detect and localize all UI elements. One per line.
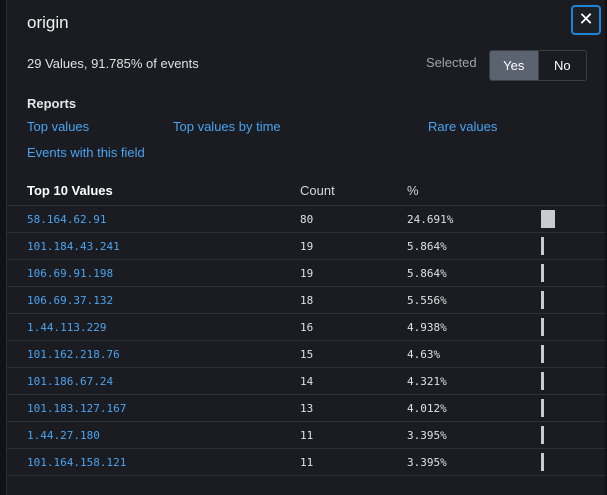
value-link[interactable]: 101.164.158.121 bbox=[27, 456, 126, 469]
reports-heading: Reports bbox=[27, 96, 77, 111]
selected-no-button[interactable]: No bbox=[538, 51, 586, 80]
percent-cell: 3.395% bbox=[407, 429, 447, 442]
report-link-rare-values[interactable]: Rare values bbox=[428, 119, 497, 134]
value-link[interactable]: 1.44.27.180 bbox=[27, 429, 100, 442]
percent-cell: 4.63% bbox=[407, 348, 441, 361]
count-cell: 18 bbox=[300, 294, 314, 307]
value-link[interactable]: 106.69.91.198 bbox=[27, 267, 113, 280]
selected-toggle: Yes No bbox=[489, 50, 587, 81]
table-row: 101.183.127.167 13 4.012% bbox=[7, 394, 606, 421]
table-row: 58.164.62.91 80 24.691% bbox=[7, 205, 606, 232]
percent-bar bbox=[541, 237, 544, 255]
percent-cell: 5.556% bbox=[407, 294, 447, 307]
count-cell: 80 bbox=[300, 213, 314, 226]
table-row: 1.44.113.229 16 4.938% bbox=[7, 313, 606, 340]
table-row: 106.69.37.132 18 5.556% bbox=[7, 286, 606, 313]
report-link-events-with-field[interactable]: Events with this field bbox=[27, 145, 145, 160]
count-cell: 19 bbox=[300, 240, 314, 253]
values-summary: 29 Values, 91.785% of events bbox=[27, 56, 199, 71]
percent-cell: 4.012% bbox=[407, 402, 447, 415]
percent-bar bbox=[541, 426, 544, 444]
table-row: 106.69.91.198 19 5.864% bbox=[7, 259, 606, 286]
percent-bar bbox=[541, 345, 544, 363]
column-header-value: Top 10 Values bbox=[27, 183, 113, 198]
percent-bar bbox=[541, 453, 544, 471]
percent-cell: 5.864% bbox=[407, 267, 447, 280]
percent-bar bbox=[541, 318, 544, 336]
percent-bar bbox=[541, 372, 544, 390]
table-row: 101.162.218.76 15 4.63% bbox=[7, 340, 606, 367]
column-header-count: Count bbox=[300, 183, 335, 198]
value-link[interactable]: 106.69.37.132 bbox=[27, 294, 113, 307]
report-link-top-values-by-time[interactable]: Top values by time bbox=[173, 119, 281, 134]
table-row: 101.186.67.24 14 4.321% bbox=[7, 367, 606, 394]
count-cell: 19 bbox=[300, 267, 314, 280]
table-row: 101.184.43.241 19 5.864% bbox=[7, 232, 606, 259]
percent-cell: 4.938% bbox=[407, 321, 447, 334]
close-icon: ✕ bbox=[578, 9, 594, 29]
percent-cell: 4.321% bbox=[407, 375, 447, 388]
selected-yes-button[interactable]: Yes bbox=[490, 51, 539, 80]
values-table-header: Top 10 Values Count % bbox=[7, 183, 606, 205]
report-link-top-values[interactable]: Top values bbox=[27, 119, 89, 134]
table-row: 101.164.158.121 11 3.395% bbox=[7, 448, 606, 475]
value-link[interactable]: 1.44.113.229 bbox=[27, 321, 106, 334]
field-summary-panel: origin ✕ 29 Values, 91.785% of events Se… bbox=[6, 0, 606, 495]
value-link[interactable]: 101.162.218.76 bbox=[27, 348, 120, 361]
value-link[interactable]: 101.183.127.167 bbox=[27, 402, 126, 415]
count-cell: 15 bbox=[300, 348, 314, 361]
count-cell: 14 bbox=[300, 375, 314, 388]
count-cell: 16 bbox=[300, 321, 314, 334]
percent-cell: 5.864% bbox=[407, 240, 447, 253]
count-cell: 13 bbox=[300, 402, 314, 415]
close-button[interactable]: ✕ bbox=[571, 5, 601, 35]
percent-cell: 24.691% bbox=[407, 213, 454, 226]
value-link[interactable]: 58.164.62.91 bbox=[27, 213, 106, 226]
count-cell: 11 bbox=[300, 429, 314, 442]
selected-label: Selected bbox=[426, 55, 477, 70]
count-cell: 11 bbox=[300, 456, 314, 469]
field-title: origin bbox=[27, 13, 69, 32]
table-bottom-divider bbox=[7, 475, 606, 476]
percent-bar bbox=[541, 210, 555, 228]
percent-cell: 3.395% bbox=[407, 456, 447, 469]
value-link[interactable]: 101.186.67.24 bbox=[27, 375, 113, 388]
table-row: 1.44.27.180 11 3.395% bbox=[7, 421, 606, 448]
percent-bar bbox=[541, 264, 544, 282]
value-link[interactable]: 101.184.43.241 bbox=[27, 240, 120, 253]
percent-bar bbox=[541, 291, 544, 309]
percent-bar bbox=[541, 399, 544, 417]
column-header-percent: % bbox=[407, 183, 419, 198]
